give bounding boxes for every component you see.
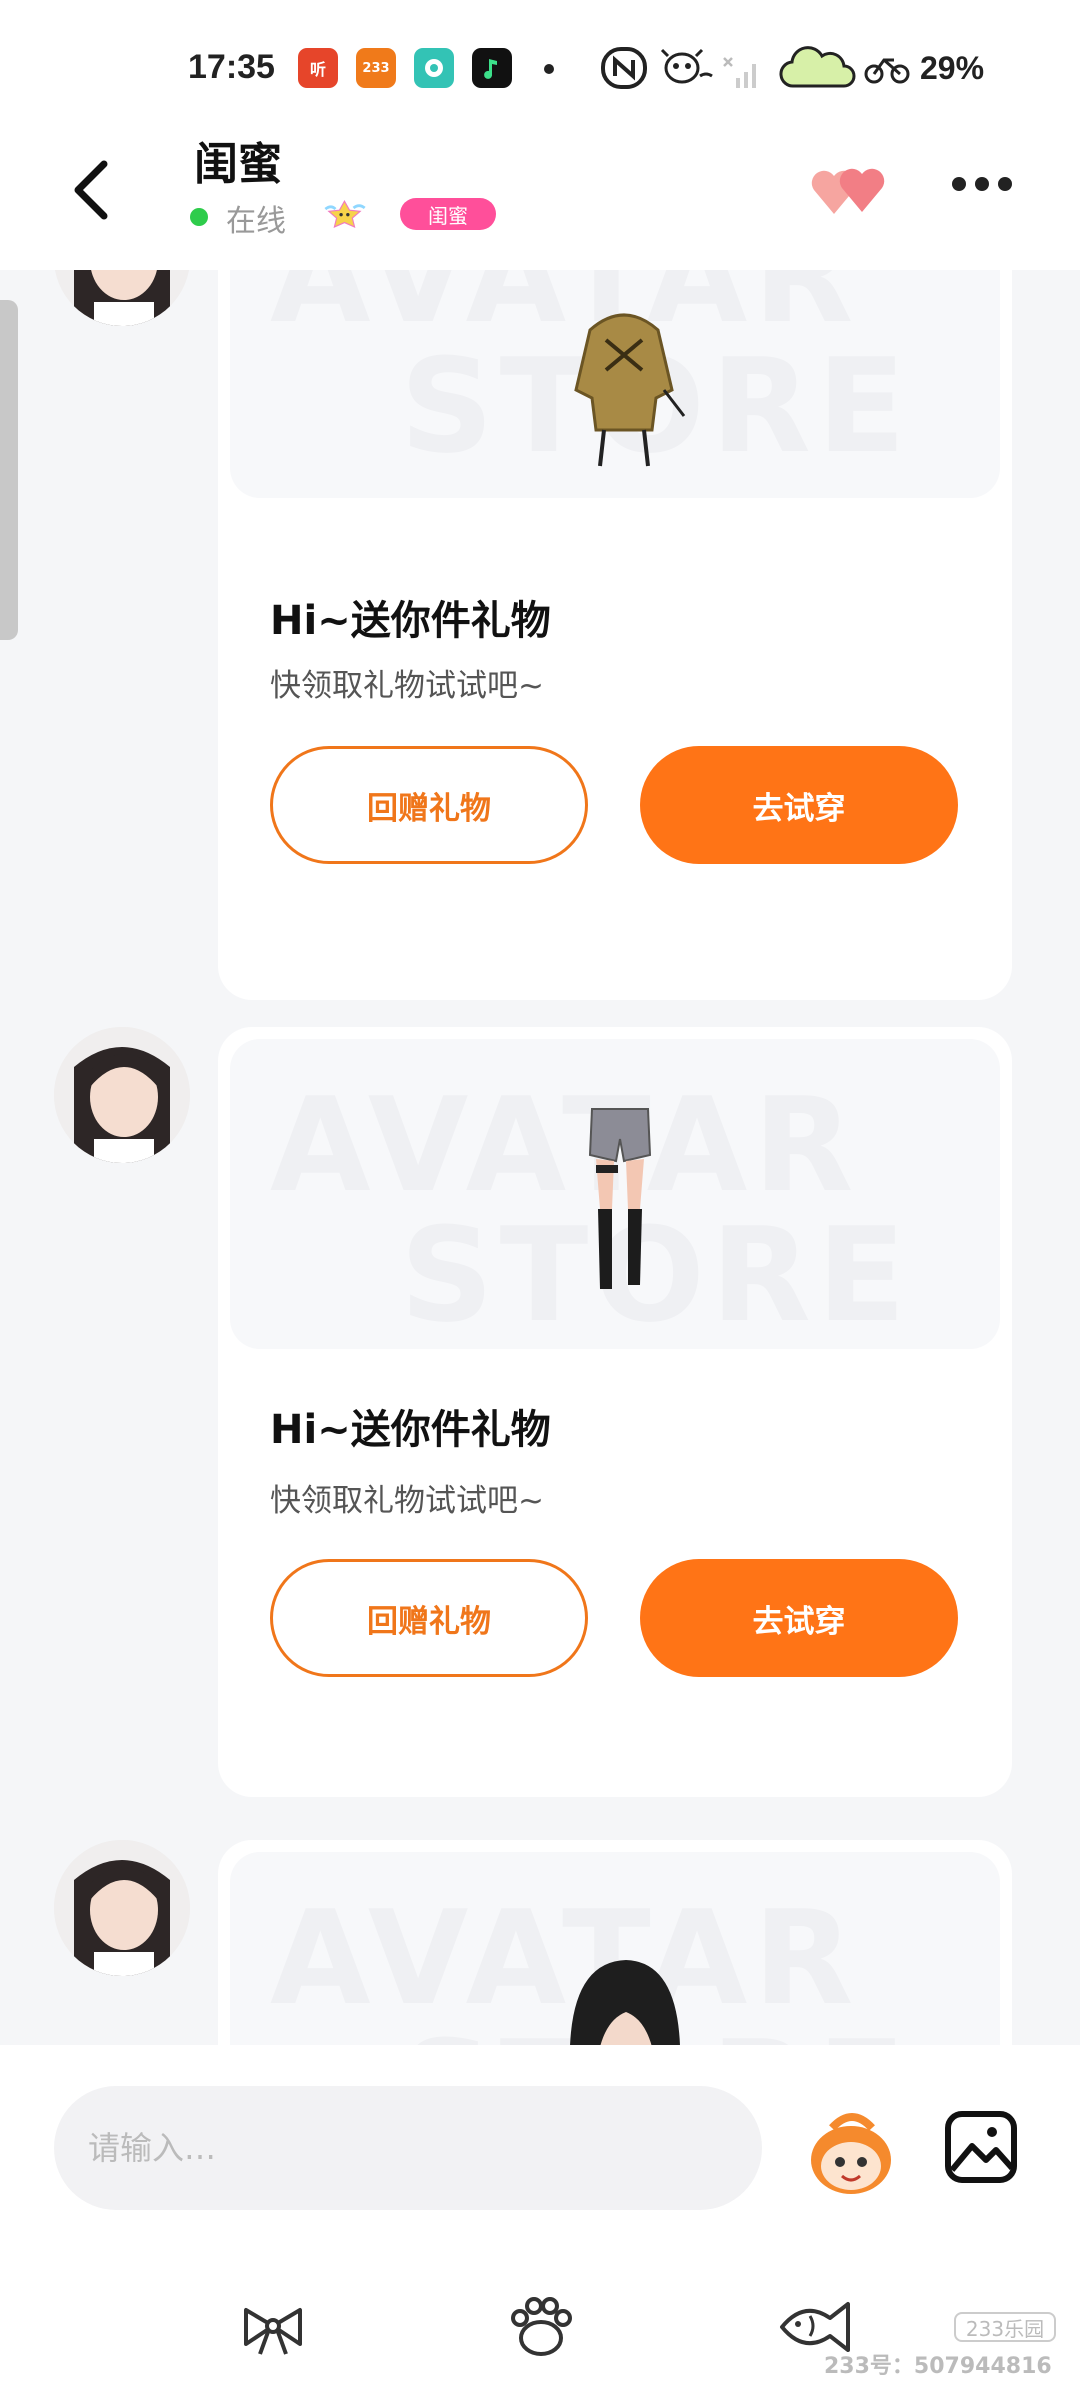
pet-status-icon bbox=[660, 48, 713, 84]
qq-music-app-icon bbox=[472, 48, 512, 88]
notification-dot-icon bbox=[544, 64, 554, 74]
online-status: 在线 bbox=[226, 204, 286, 239]
try-on-button[interactable]: 去试穿 bbox=[640, 746, 958, 864]
chat-title: 闺蜜 bbox=[194, 139, 282, 190]
return-gift-button[interactable]: 回赠礼物 bbox=[270, 746, 588, 864]
gift-preview-2: AVATAR STORE bbox=[230, 1039, 1000, 1349]
gift-subtitle: 快领取礼物试试吧~ bbox=[270, 668, 544, 704]
bicycle-icon bbox=[864, 58, 910, 84]
bow-icon[interactable] bbox=[238, 2292, 308, 2362]
gift-preview-3: AVATAR STORE bbox=[230, 1852, 1000, 2045]
battery-percent: 29% bbox=[920, 50, 985, 86]
emoji-mascot-button[interactable] bbox=[802, 2104, 900, 2202]
return-gift-button[interactable]: 回赠礼物 bbox=[270, 1559, 588, 1677]
nfc-icon bbox=[601, 47, 647, 89]
message-input[interactable]: 请输入… bbox=[54, 2086, 762, 2210]
try-on-button[interactable]: 去试穿 bbox=[640, 1559, 958, 1677]
status-bar: 17:35 听 233 29% bbox=[0, 0, 1080, 130]
more-options-button[interactable] bbox=[952, 176, 1022, 200]
music-app-icon bbox=[414, 48, 454, 88]
gift-title: Hi~送你件礼物 bbox=[270, 598, 551, 644]
status-time: 17:35 bbox=[188, 48, 275, 86]
gift-title: Hi~送你件礼物 bbox=[270, 1407, 551, 1453]
233-app-icon: 233 bbox=[356, 48, 396, 88]
relationship-badge: 闺蜜 bbox=[400, 198, 496, 230]
cloud-icon bbox=[779, 46, 856, 88]
gift-card-2: AVATAR STORE Hi~送你件礼物 快领取礼物试试吧~ 回赠礼物 去试穿 bbox=[218, 1027, 1012, 1797]
image-picker-icon[interactable] bbox=[944, 2110, 1018, 2184]
gift-preview-1: AVATAR STORE bbox=[230, 270, 1000, 498]
signal-off-icon bbox=[723, 57, 756, 88]
back-arrow-icon[interactable] bbox=[64, 150, 124, 230]
gift-subtitle: 快领取礼物试试吧~ bbox=[270, 1483, 544, 1519]
watermark-id: 233号：507944816 bbox=[824, 2354, 1052, 2379]
online-dot-icon bbox=[190, 208, 208, 226]
brand-logo: 233乐园 bbox=[954, 2312, 1056, 2342]
chat-messages[interactable]: AVATAR STORE Hi~送你件礼物 快领取礼物试试吧~ 回赠礼物 去试穿… bbox=[0, 270, 1080, 2045]
paw-icon[interactable] bbox=[506, 2292, 576, 2362]
chat-header bbox=[0, 130, 1080, 270]
gift-card-1: AVATAR STORE Hi~送你件礼物 快领取礼物试试吧~ 回赠礼物 去试穿 bbox=[218, 270, 1012, 998]
gift-card-3: AVATAR STORE bbox=[218, 1840, 1012, 2045]
hair-image bbox=[570, 1960, 680, 2045]
shorts-boots-image bbox=[588, 1108, 652, 1289]
friend-avatar[interactable] bbox=[54, 1840, 190, 1976]
friend-avatar[interactable] bbox=[54, 270, 190, 326]
ting-app-icon: 听 bbox=[298, 48, 338, 88]
hearts-icon[interactable] bbox=[808, 160, 892, 220]
jacket-image bbox=[574, 313, 686, 467]
friend-avatar[interactable] bbox=[54, 1027, 190, 1163]
scroll-indicator[interactable] bbox=[0, 300, 18, 640]
